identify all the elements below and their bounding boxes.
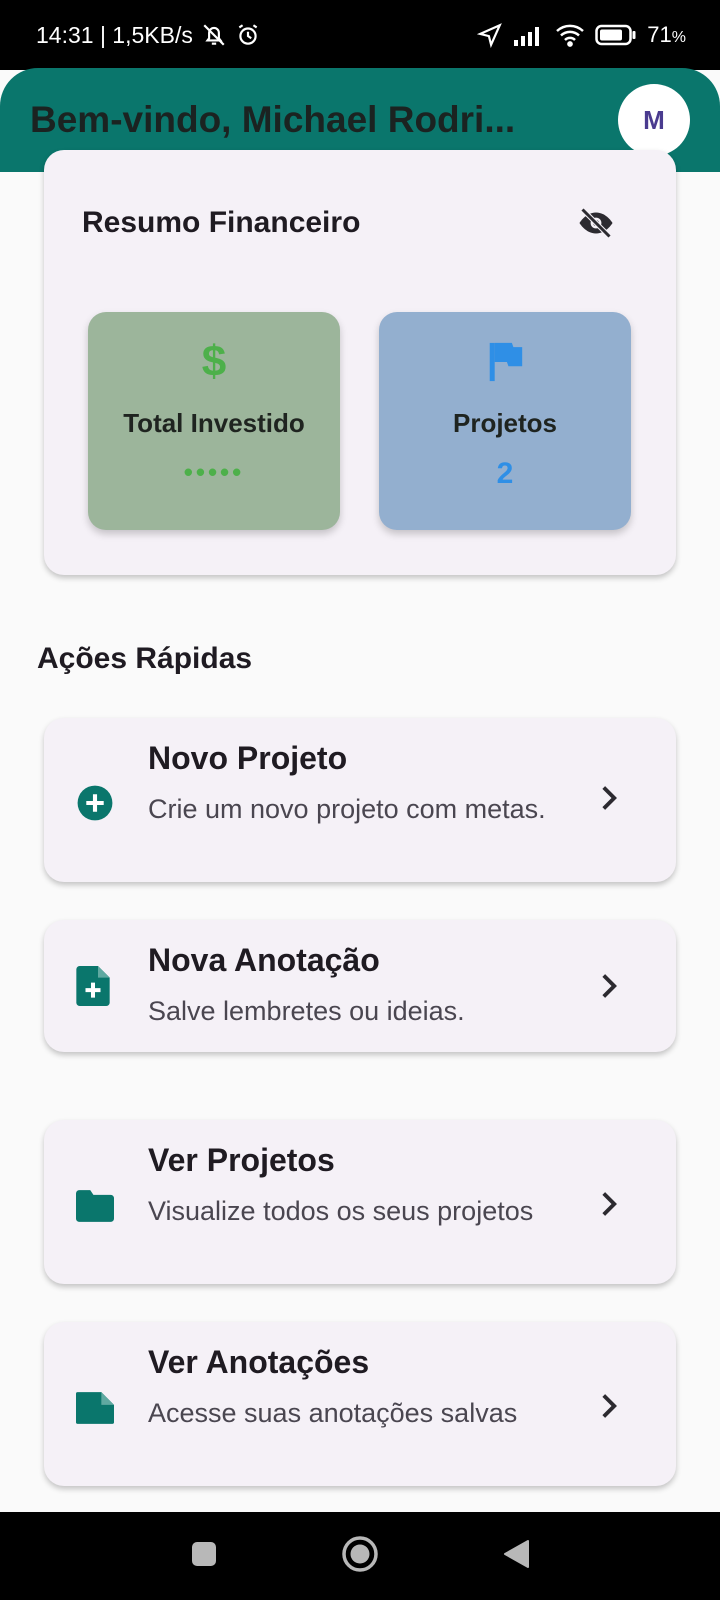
status-time-speed: 14:31 | 1,5KB/s (36, 21, 193, 48)
action-description: Salve lembretes ou ideias. (148, 996, 465, 1026)
total-invested-value: ••••• (183, 457, 245, 487)
notifications-off-icon (201, 22, 227, 48)
flag-icon (485, 340, 525, 384)
action-title: Nova Anotação (148, 942, 380, 978)
chevron-right-icon (598, 784, 620, 817)
total-invested-label: Total Investido (123, 408, 305, 438)
battery-percent: 71% (647, 22, 686, 47)
eye-off-icon[interactable] (578, 207, 614, 243)
projects-box: Projetos 2 (379, 312, 631, 530)
home-button[interactable] (341, 1535, 379, 1578)
action-title: Ver Anotações (148, 1344, 370, 1380)
location-icon (477, 22, 503, 48)
note-icon (76, 1392, 114, 1429)
alarm-icon (235, 22, 261, 48)
folder-icon (76, 1190, 114, 1227)
action-description: Acesse suas anotações salvas (148, 1398, 518, 1428)
chevron-right-icon (598, 1392, 620, 1425)
action-title: Novo Projeto (148, 740, 348, 776)
recents-button[interactable] (189, 1539, 219, 1574)
battery-icon (595, 24, 637, 46)
total-invested-box: $ Total Investido ••••• (88, 312, 340, 530)
dollar-icon: $ (201, 337, 227, 386)
wifi-icon (555, 23, 585, 47)
add-circle-icon (76, 784, 114, 827)
projects-label: Projetos (452, 408, 558, 438)
new-note-card[interactable]: Nova Anotação Salve lembretes ou ideias. (44, 920, 676, 1052)
view-projects-card[interactable]: Ver Projetos Visualize todos os seus pro… (44, 1120, 676, 1284)
financial-summary-card: Resumo Financeiro $ Total Investido ••••… (44, 150, 676, 575)
status-left: 14:31 | 1,5KB/s (36, 22, 261, 49)
action-description: Visualize todos os seus projetos (148, 1196, 534, 1226)
action-title: Ver Projetos (148, 1142, 335, 1178)
chevron-right-icon (598, 972, 620, 1005)
action-description: Crie um novo projeto com metas. (148, 794, 546, 824)
status-right: 71% (477, 22, 686, 48)
welcome-title: Bem-vindo, Michael Rodri... (30, 99, 516, 140)
home-screen: 14:31 | 1,5KB/s 71% Bem-vindo, Michael R… (0, 0, 720, 1600)
note-add-icon (76, 966, 110, 1011)
summary-title: Resumo Financeiro (82, 206, 361, 239)
new-project-card[interactable]: Novo Projeto Crie um novo projeto com me… (44, 718, 676, 882)
status-bar: 14:31 | 1,5KB/s 71% (0, 0, 720, 70)
quick-actions-title: Ações Rápidas (37, 642, 253, 675)
avatar[interactable]: M (618, 84, 690, 156)
back-button[interactable] (501, 1538, 531, 1575)
chevron-right-icon (598, 1190, 620, 1223)
view-notes-card[interactable]: Ver Anotações Acesse suas anotações salv… (44, 1322, 676, 1486)
signal-icon (513, 24, 545, 46)
system-navigation-bar (0, 1512, 720, 1600)
projects-count: 2 (496, 457, 514, 490)
